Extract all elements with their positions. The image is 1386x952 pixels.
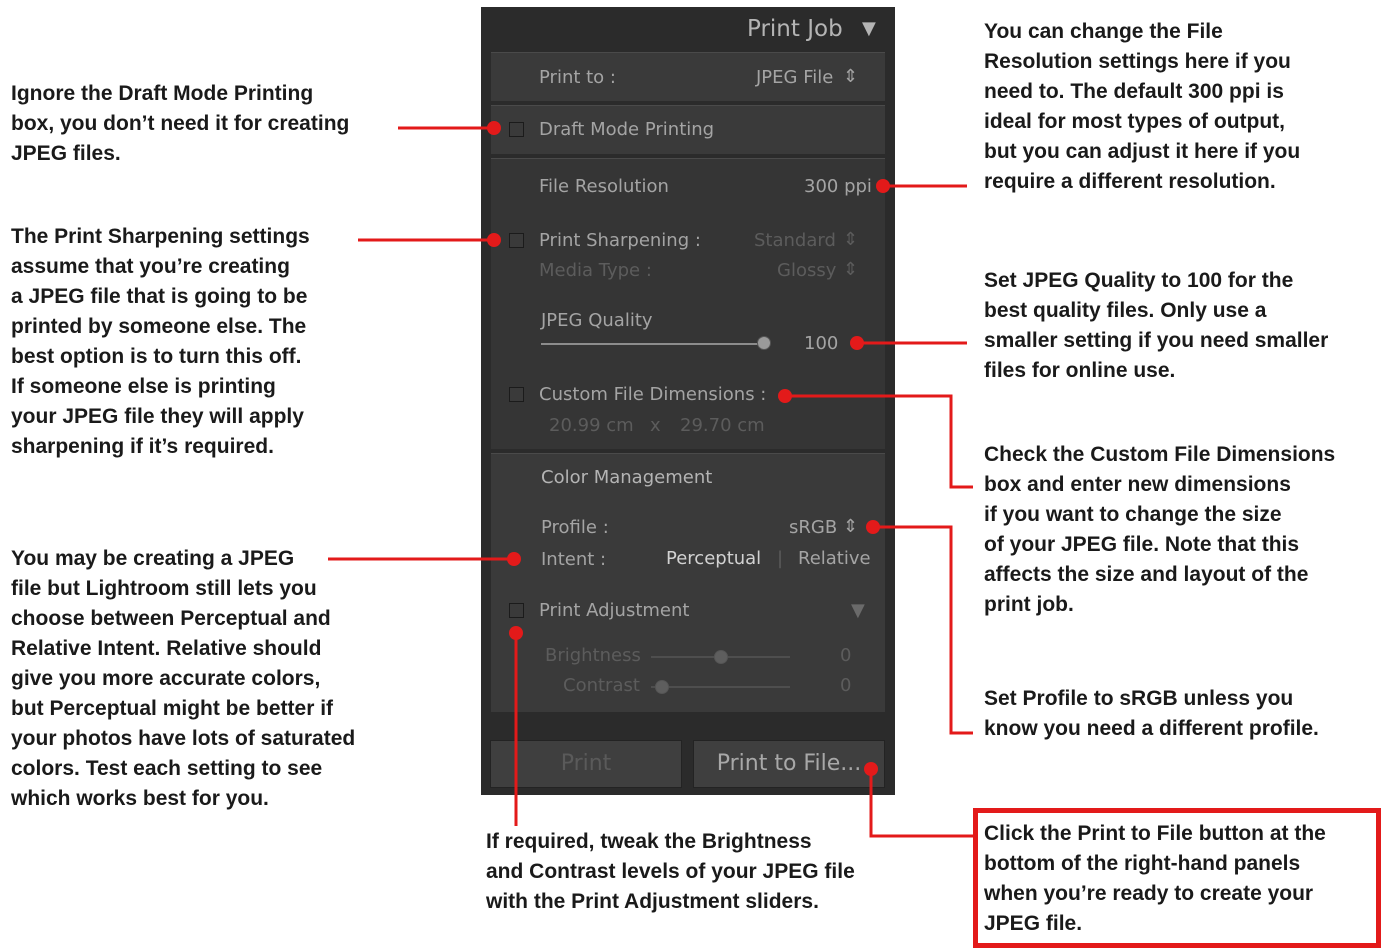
line-print-to-file bbox=[869, 769, 976, 838]
dot-profile bbox=[866, 520, 880, 534]
line-dimensions bbox=[785, 394, 973, 489]
dot-dimensions bbox=[778, 389, 792, 403]
dot-print-to-file bbox=[864, 762, 878, 776]
line-profile bbox=[873, 525, 973, 735]
dot-resolution bbox=[876, 179, 890, 193]
dot-intent bbox=[507, 552, 521, 566]
dot-brightness bbox=[509, 626, 523, 640]
dot-draft bbox=[487, 121, 501, 135]
dot-sharpening bbox=[487, 233, 501, 247]
callout-lines bbox=[328, 121, 976, 838]
dot-quality bbox=[850, 336, 864, 350]
